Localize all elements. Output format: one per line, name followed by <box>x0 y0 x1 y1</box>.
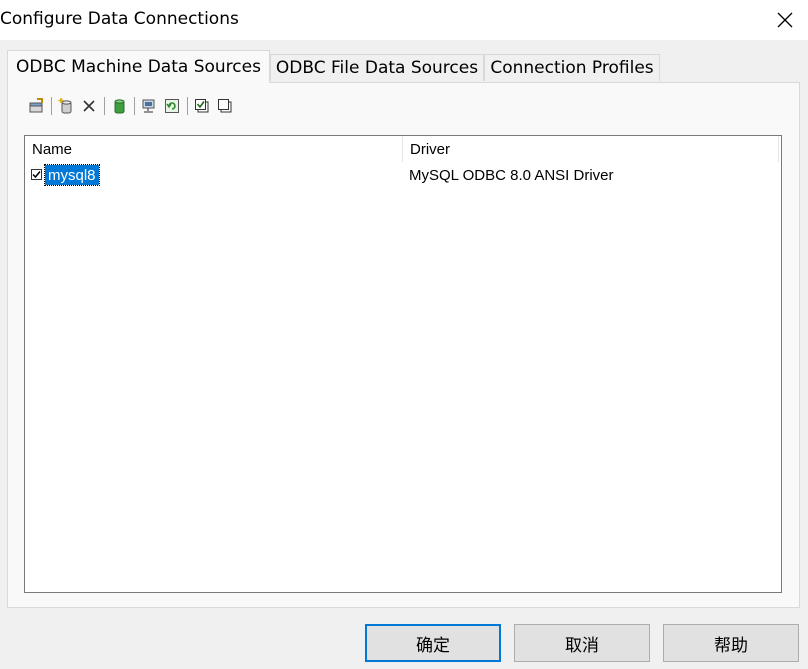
ok-button-label: 确定 <box>416 635 450 656</box>
properties-button[interactable] <box>26 96 46 116</box>
close-button[interactable] <box>762 0 808 40</box>
column-header-label: Name <box>32 140 73 158</box>
window-title: Configure Data Connections <box>0 9 239 29</box>
column-header-driver[interactable]: Driver <box>403 136 779 162</box>
network-database-icon <box>142 99 155 113</box>
ok-button[interactable]: 确定 <box>365 624 501 662</box>
title-bar: Configure Data Connections <box>0 0 808 40</box>
database-button[interactable] <box>109 96 129 116</box>
row-checkbox[interactable] <box>31 169 42 180</box>
tab-label: ODBC Machine Data Sources <box>16 57 261 77</box>
tab-connection-profiles[interactable]: Connection Profiles <box>484 54 660 81</box>
toolbar-separator <box>104 97 105 115</box>
toolbar-separator <box>187 97 188 115</box>
cancel-button[interactable]: 取消 <box>514 624 650 662</box>
cancel-button-label: 取消 <box>565 635 599 656</box>
tab-label: ODBC File Data Sources <box>275 58 479 78</box>
list-header: Name Driver <box>25 136 781 162</box>
delete-button[interactable] <box>79 96 99 116</box>
row-name-cell: mysql8 <box>44 164 100 186</box>
tab-odbc-machine-data-sources[interactable]: ODBC Machine Data Sources <box>7 50 270 83</box>
delete-icon <box>83 100 95 112</box>
select-all-button[interactable] <box>192 96 212 116</box>
toolbar-separator <box>134 97 135 115</box>
row-driver-cell: MySQL ODBC 8.0 ANSI Driver <box>409 166 614 184</box>
refresh-button[interactable] <box>162 96 182 116</box>
column-header-name[interactable]: Name <box>25 136 403 162</box>
close-icon <box>777 12 793 28</box>
checkmark-icon <box>32 171 41 179</box>
column-header-label: Driver <box>410 140 450 158</box>
tab-label: Connection Profiles <box>490 58 654 78</box>
help-button-label: 帮助 <box>714 635 748 656</box>
data-source-list[interactable]: Name Driver mysql8 MySQL ODBC 8.0 ANSI D… <box>24 135 782 593</box>
help-button[interactable]: 帮助 <box>663 624 799 662</box>
toolbar <box>26 96 238 116</box>
list-item[interactable]: mysql8 MySQL ODBC 8.0 ANSI Driver <box>25 163 781 187</box>
new-data-source-button[interactable] <box>56 96 76 116</box>
select-all-icon <box>195 99 209 113</box>
clear-selection-icon <box>218 99 232 113</box>
toolbar-separator <box>51 97 52 115</box>
network-database-button[interactable] <box>139 96 159 116</box>
new-data-source-icon <box>58 98 72 114</box>
tab-odbc-file-data-sources[interactable]: ODBC File Data Sources <box>270 54 484 81</box>
database-icon <box>114 99 125 114</box>
clear-selection-button[interactable] <box>215 96 235 116</box>
refresh-icon <box>165 99 179 113</box>
properties-icon <box>29 98 43 113</box>
